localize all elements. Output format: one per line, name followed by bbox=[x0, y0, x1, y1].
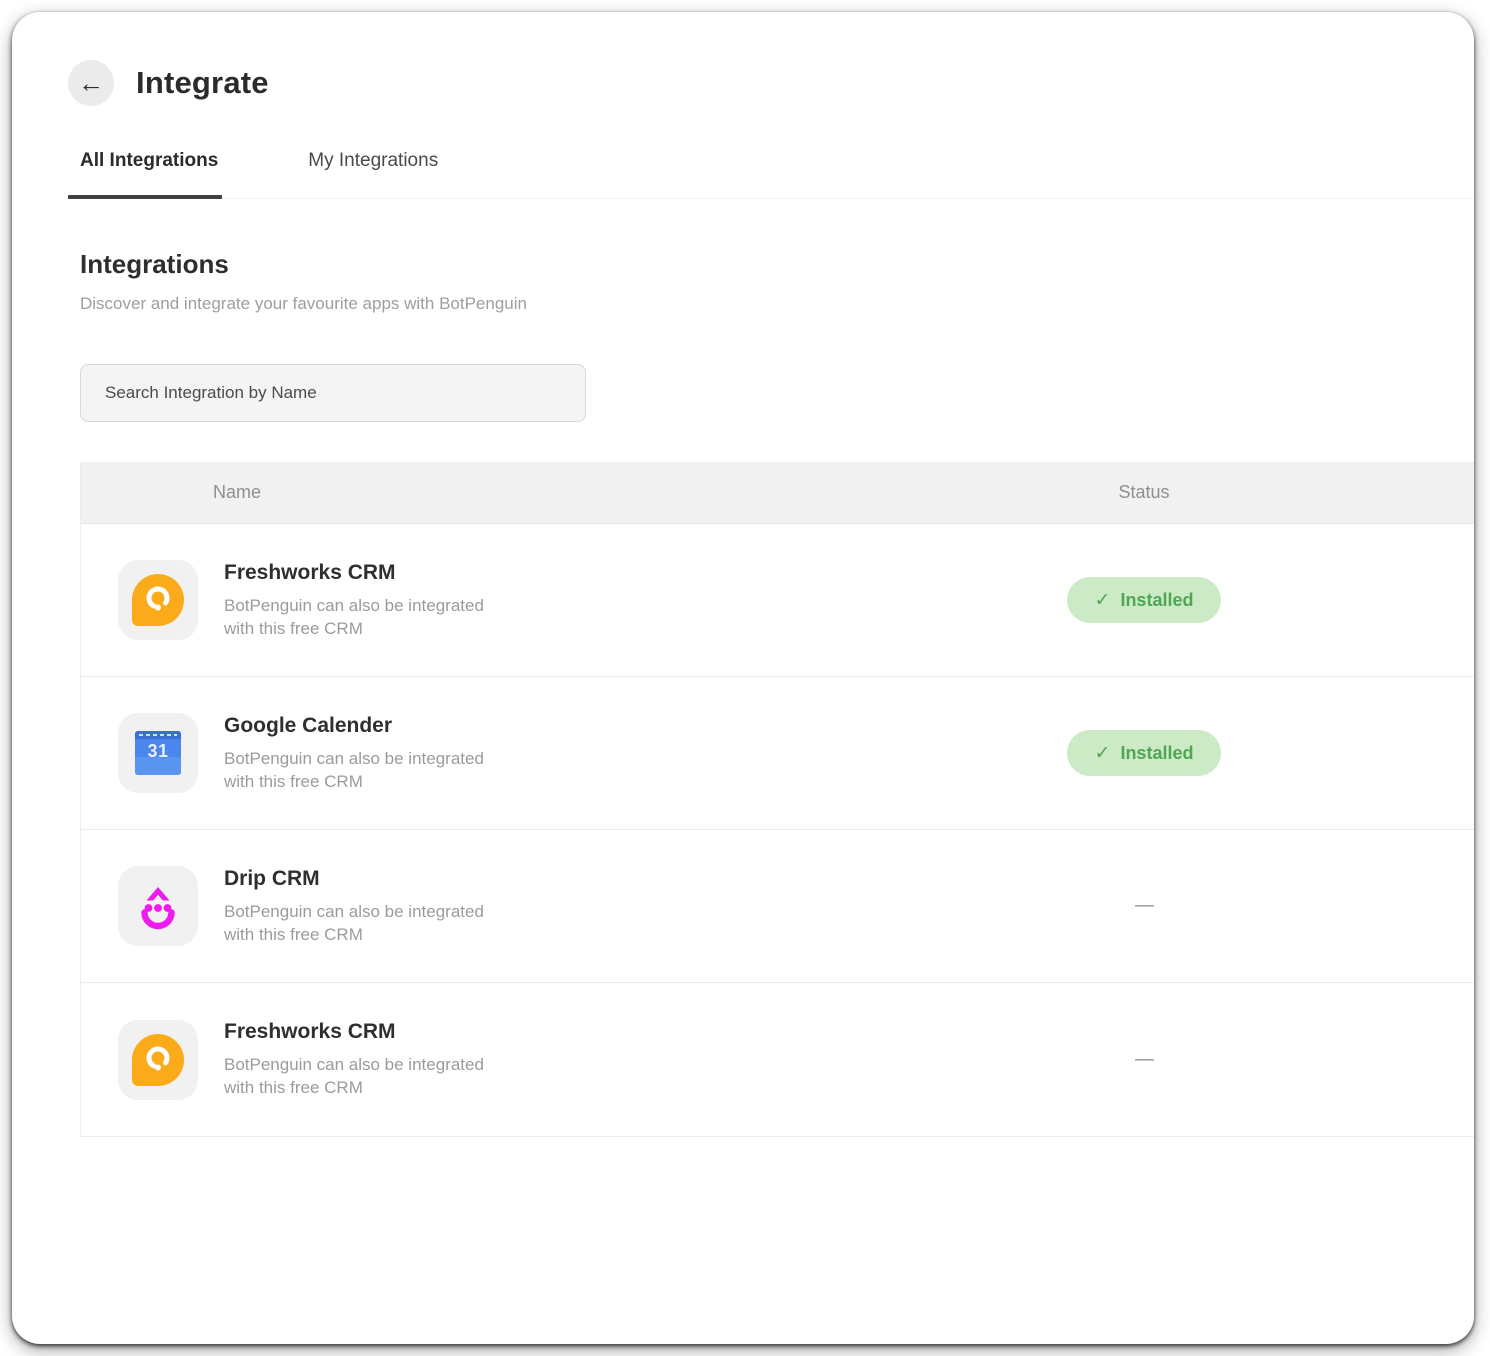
back-button[interactable]: ← bbox=[68, 60, 114, 106]
status-not-installed-dash: — bbox=[1135, 1049, 1153, 1071]
integrations-table: Name Status Freshworks CRM Bot bbox=[80, 462, 1474, 1137]
table-row-drip-crm[interactable]: Drip CRM BotPenguin can also be integrat… bbox=[81, 830, 1474, 983]
integration-name: Google Calender bbox=[224, 714, 494, 738]
integration-description: BotPenguin can also be integrated with t… bbox=[224, 1053, 494, 1099]
integration-name: Freshworks CRM bbox=[224, 1020, 494, 1044]
status-not-installed-dash: — bbox=[1135, 895, 1153, 917]
arrow-left-icon: ← bbox=[78, 70, 104, 96]
integrations-card: ← Integrate All Integrations My Integrat… bbox=[12, 12, 1474, 1344]
integration-name: Freshworks CRM bbox=[224, 561, 494, 585]
tab-bar: All Integrations My Integrations bbox=[68, 150, 1474, 199]
freshworks-icon bbox=[118, 560, 198, 640]
google-calendar-icon: 31 bbox=[118, 713, 198, 793]
search-integration-input[interactable] bbox=[80, 364, 586, 422]
tab-all-integrations[interactable]: All Integrations bbox=[68, 150, 222, 198]
table-header: Name Status bbox=[81, 462, 1474, 524]
check-icon: ✓ bbox=[1095, 589, 1111, 612]
status-badge-installed: ✓ Installed bbox=[1067, 730, 1222, 776]
table-row-freshworks-crm[interactable]: Freshworks CRM BotPenguin can also be in… bbox=[81, 983, 1474, 1136]
tab-my-integrations[interactable]: My Integrations bbox=[296, 150, 442, 198]
freshworks-icon bbox=[118, 1020, 198, 1100]
integration-name: Drip CRM bbox=[224, 867, 494, 891]
drip-icon bbox=[118, 866, 198, 946]
column-header-name: Name bbox=[81, 482, 814, 503]
page-header: ← Integrate bbox=[68, 60, 1474, 106]
section-title: Integrations bbox=[80, 249, 1474, 280]
check-icon: ✓ bbox=[1095, 742, 1111, 765]
status-badge-installed: ✓ Installed bbox=[1067, 577, 1222, 623]
table-row-freshworks-crm[interactable]: Freshworks CRM BotPenguin can also be in… bbox=[81, 524, 1474, 677]
integration-description: BotPenguin can also be integrated with t… bbox=[224, 747, 494, 793]
integration-description: BotPenguin can also be integrated with t… bbox=[224, 594, 494, 640]
integration-description: BotPenguin can also be integrated with t… bbox=[224, 900, 494, 946]
page-title: Integrate bbox=[136, 65, 269, 101]
section-subtitle: Discover and integrate your favourite ap… bbox=[80, 294, 1474, 314]
table-row-google-calender[interactable]: 31 Google Calender BotPenguin can also b… bbox=[81, 677, 1474, 830]
column-header-status: Status bbox=[1118, 482, 1169, 503]
